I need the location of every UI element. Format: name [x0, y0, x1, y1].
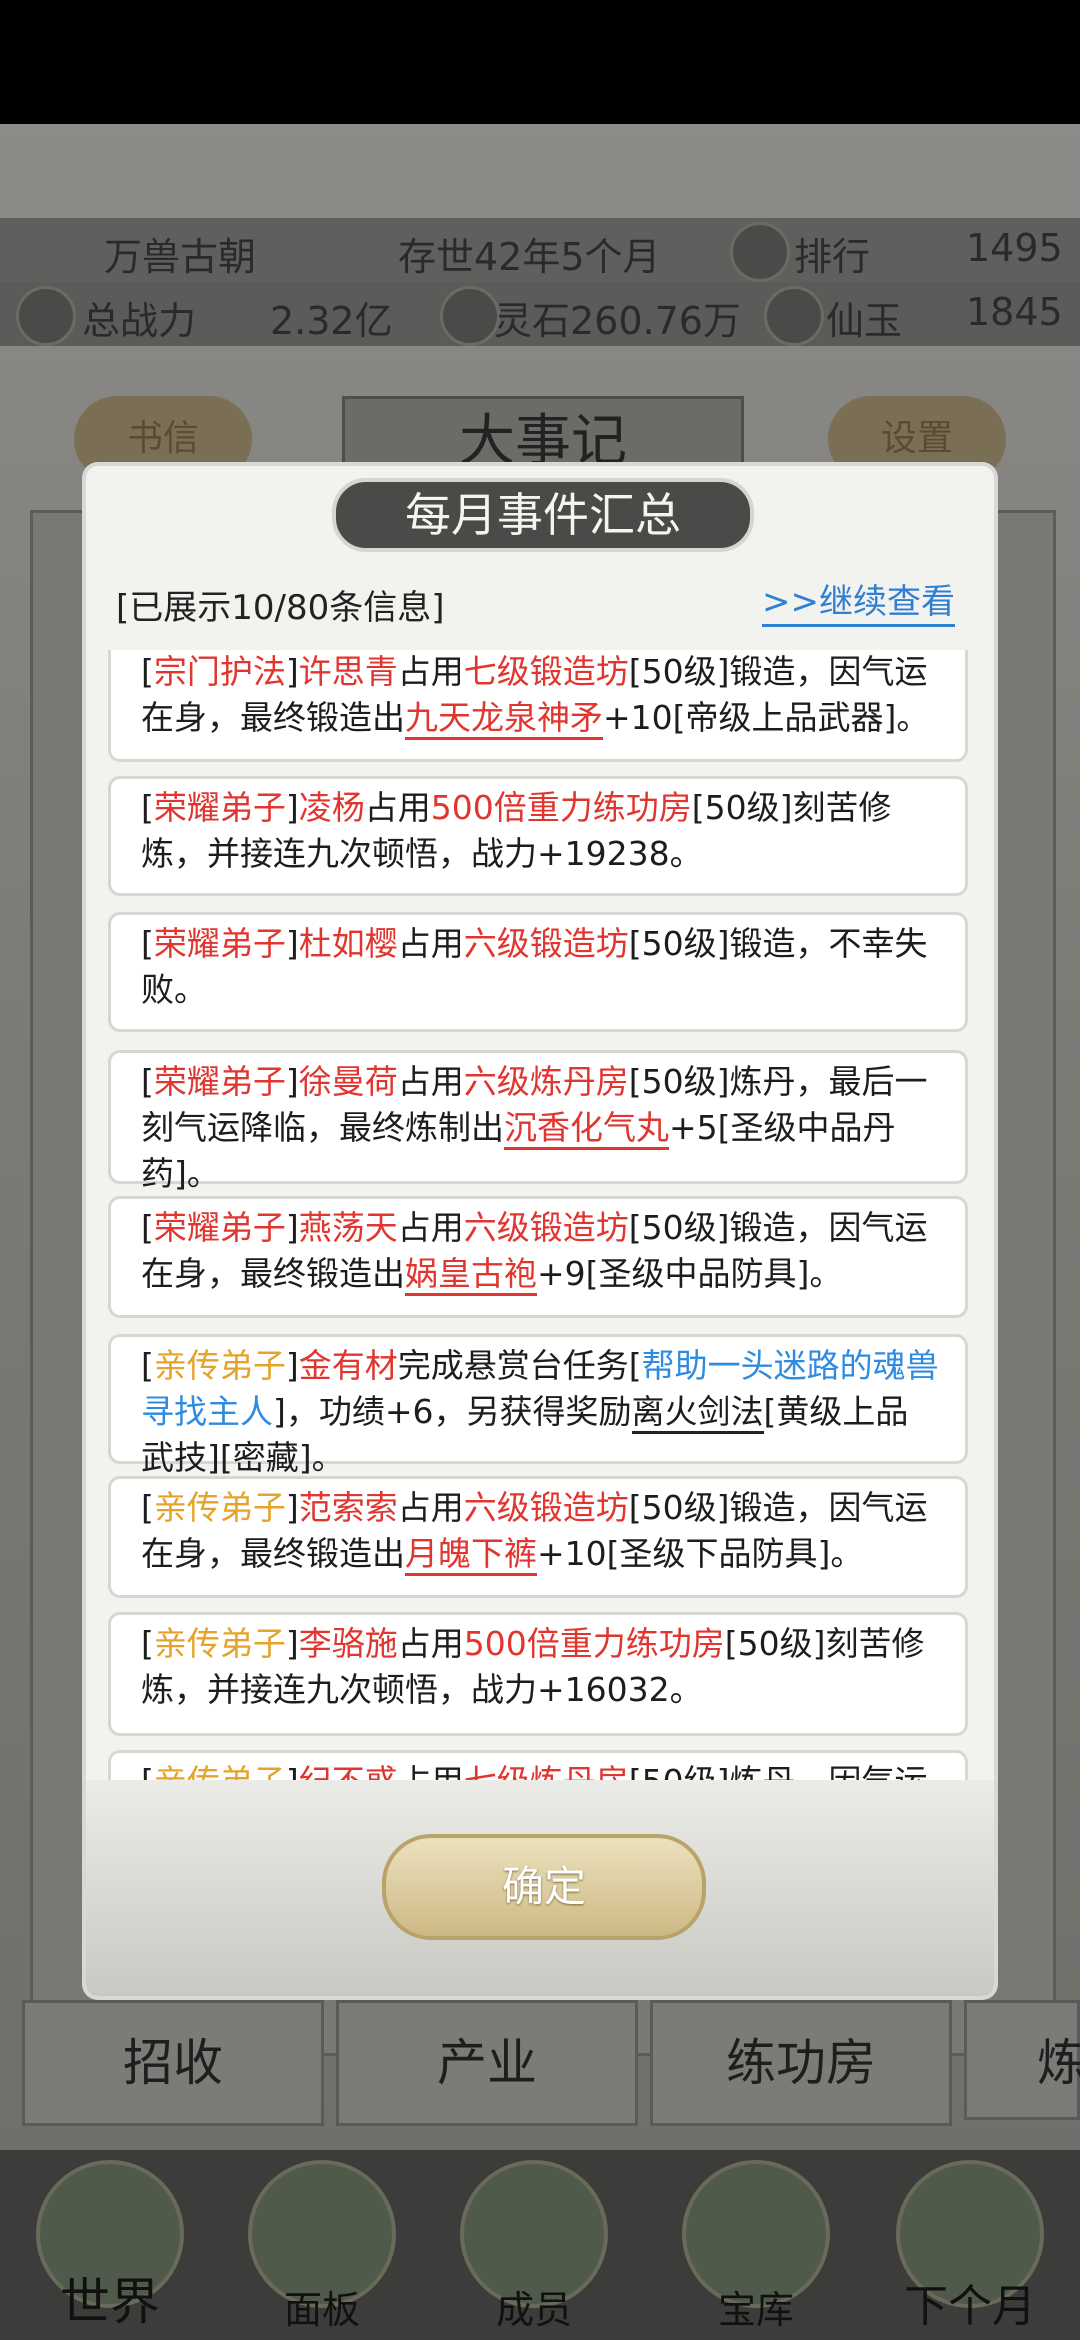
- item-link[interactable]: 离火剑法: [631, 1392, 764, 1434]
- dialog-title: 每月事件汇总: [332, 478, 754, 552]
- list-item: [亲传弟子]金有材完成悬赏台任务[帮助一头迷路的魂兽寻找主人]，功绩+6，另获得…: [108, 1334, 968, 1477]
- jade-icon: [764, 286, 824, 346]
- header-row-1: 万兽古朝 存世42年5个月 排行 1495: [0, 218, 1080, 282]
- item-link[interactable]: 沉香化气丸: [504, 1108, 669, 1150]
- rank-label: 排行: [794, 235, 871, 279]
- power-value: 2.32亿: [270, 299, 393, 343]
- item-link[interactable]: 九天龙泉神矛: [405, 698, 603, 740]
- list-item: [亲传弟子]李骆施占用500倍重力练功房[50级]刻苦修炼，并接连九次顿悟，战力…: [108, 1612, 968, 1736]
- nav-panel[interactable]: 面板: [232, 2160, 412, 2340]
- status-bar: [0, 0, 1080, 124]
- spirit-stone-value: 灵石260.76万: [494, 299, 741, 343]
- power-icon: [16, 286, 76, 346]
- power-label: 总战力: [82, 299, 197, 343]
- training-room-tab[interactable]: 练功房: [650, 2000, 952, 2126]
- shown-count: [已展示10/80条信息]: [116, 588, 445, 628]
- list-item: [荣耀弟子]杜如樱占用六级锻造坊[50级]锻造，不幸失败。: [108, 912, 968, 1032]
- jade-value: 1845: [966, 290, 1063, 334]
- nav-treasury[interactable]: 宝库: [666, 2160, 846, 2340]
- industry-tab[interactable]: 产业: [336, 2000, 638, 2126]
- spirit-stone-icon: [440, 286, 500, 346]
- header-row-2: 总战力 2.32亿 灵石260.76万 仙玉 1845: [0, 282, 1080, 346]
- continue-view-link[interactable]: >>继续查看: [762, 580, 955, 627]
- item-link[interactable]: 娲皇古袍: [405, 1254, 537, 1296]
- recruit-tab[interactable]: 招收: [22, 2000, 324, 2126]
- list-item: [宗门护法]许思青占用七级锻造坊[50级]锻造，因气运在身，最终锻造出九天龙泉神…: [108, 650, 968, 762]
- jade-label: 仙玉: [826, 299, 903, 343]
- item-link[interactable]: 月魄下裤: [405, 1534, 537, 1576]
- event-list[interactable]: [宗门护法]许思青占用七级锻造坊[50级]锻造，因气运在身，最终锻造出九天龙泉神…: [108, 650, 972, 1786]
- confirm-button[interactable]: 确定: [382, 1834, 706, 1940]
- list-item: [荣耀弟子]徐曼荷占用六级炼丹房[50级]炼丹，最后一刻气运降临，最终炼制出沉香…: [108, 1050, 968, 1193]
- list-item: [亲传弟子]范索索占用六级锻造坊[50级]锻造，因气运在身，最终锻造出月魄下裤+…: [108, 1476, 968, 1598]
- rank-value: 1495: [966, 226, 1063, 270]
- era-text: 存世42年5个月: [398, 235, 661, 279]
- sect-name: 万兽古朝: [104, 235, 257, 279]
- nav-world[interactable]: 世界: [20, 2160, 200, 2340]
- list-item: [荣耀弟子]燕荡天占用六级锻造坊[50级]锻造，因气运在身，最终锻造出娲皇古袍+…: [108, 1196, 968, 1318]
- nav-next-month[interactable]: 下个月: [880, 2160, 1060, 2340]
- list-item: [荣耀弟子]凌杨占用500倍重力练功房[50级]刻苦修炼，并接连九次顿悟，战力+…: [108, 776, 968, 896]
- alchemy-tab[interactable]: 炼: [964, 2000, 1080, 2120]
- nav-members[interactable]: 成员: [444, 2160, 624, 2340]
- rank-icon: [730, 222, 790, 282]
